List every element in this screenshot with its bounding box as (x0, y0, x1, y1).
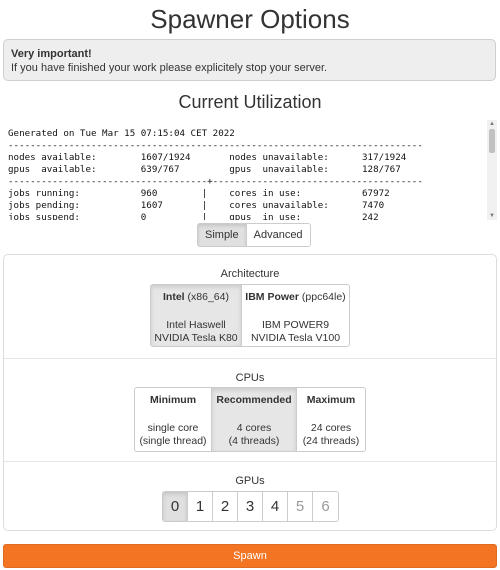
scrollbar-thumb[interactable] (489, 129, 495, 153)
section-divider (4, 358, 496, 359)
maximum-title: Maximum (306, 394, 356, 406)
cpus-option-recommended[interactable]: Recommended 4 cores (4 threads) (212, 388, 297, 451)
minimum-threads: (single thread) (139, 435, 207, 447)
simple-mode-button[interactable]: Simple (198, 224, 247, 246)
utilization-scrollbar[interactable]: ▲ ▼ (487, 120, 497, 220)
cpus-option-minimum[interactable]: Minimum single core (single thread) (135, 388, 212, 451)
utilization-title: Current Utilization (178, 92, 322, 112)
recommended-threads: (4 threads) (228, 435, 280, 447)
architecture-option-ibm-power[interactable]: IBM Power (ppc64le) IBM POWER9 NVIDIA Te… (242, 285, 349, 346)
ibm-title: IBM Power (245, 291, 299, 303)
utilization-report-box[interactable]: Generated on Tue Mar 15 07:15:04 CET 202… (3, 120, 497, 220)
gpu-option-6: 6 (321, 498, 330, 515)
ibm-suffix: (ppc64le) (301, 291, 346, 303)
cpus-option-maximum[interactable]: Maximum 24 cores (24 threads) (297, 388, 365, 451)
utilization-report: Generated on Tue Mar 15 07:15:04 CET 202… (8, 128, 423, 220)
alert-message: If you have finished your work please ex… (11, 62, 328, 74)
recommended-cores: 4 cores (236, 422, 272, 434)
ibm-gpu-line: NVIDIA Tesla V100 (250, 332, 341, 344)
gpu-option-5: 5 (288, 492, 313, 521)
spawn-button[interactable]: Spawn (3, 544, 497, 568)
gpu-option-3[interactable]: 3 (238, 492, 263, 521)
cpus-selector: Minimum single core (single thread) Reco… (134, 387, 366, 452)
minimum-cores: single core (147, 422, 199, 434)
minimum-title: Minimum (149, 394, 197, 406)
scroll-down-arrow-icon[interactable]: ▼ (487, 212, 497, 220)
gpu-option-4[interactable]: 4 (263, 492, 288, 521)
gpus-label: GPUs (235, 475, 265, 487)
recommended-title: Recommended (216, 394, 292, 406)
maximum-cores: 24 cores (310, 422, 352, 434)
maximum-threads: (24 threads) (302, 435, 360, 447)
gpu-option-0[interactable]: 0 (163, 492, 188, 521)
architecture-selector: Intel (x86_64) Intel Haswell NVIDIA Tesl… (150, 284, 350, 347)
intel-gpu-line: NVIDIA Tesla K80 (154, 332, 238, 344)
page-title: Spawner Options (150, 4, 350, 34)
architecture-option-intel[interactable]: Intel (x86_64) Intel Haswell NVIDIA Tesl… (151, 285, 242, 346)
intel-title: Intel (163, 291, 185, 303)
gpu-option-2[interactable]: 2 (213, 492, 238, 521)
architecture-label: Architecture (220, 268, 280, 280)
intel-cpu-line: Intel Haswell (166, 319, 226, 331)
scroll-up-arrow-icon[interactable]: ▲ (487, 120, 497, 128)
important-alert: Very important! If you have finished you… (3, 39, 496, 81)
intel-suffix: (x86_64) (187, 291, 229, 303)
gpu-option-1[interactable]: 1 (188, 492, 213, 521)
options-panel: Architecture Intel (x86_64) Intel Haswel… (3, 254, 497, 531)
ibm-cpu-line: IBM POWER9 (261, 319, 330, 331)
section-divider (4, 461, 496, 462)
gpus-selector: 0 1 2 3 4 5 6 (162, 491, 339, 522)
mode-toggle: Simple Advanced (197, 223, 311, 247)
cpus-label: CPUs (235, 372, 265, 384)
advanced-mode-button[interactable]: Advanced (246, 224, 310, 246)
alert-heading: Very important! (11, 48, 92, 60)
